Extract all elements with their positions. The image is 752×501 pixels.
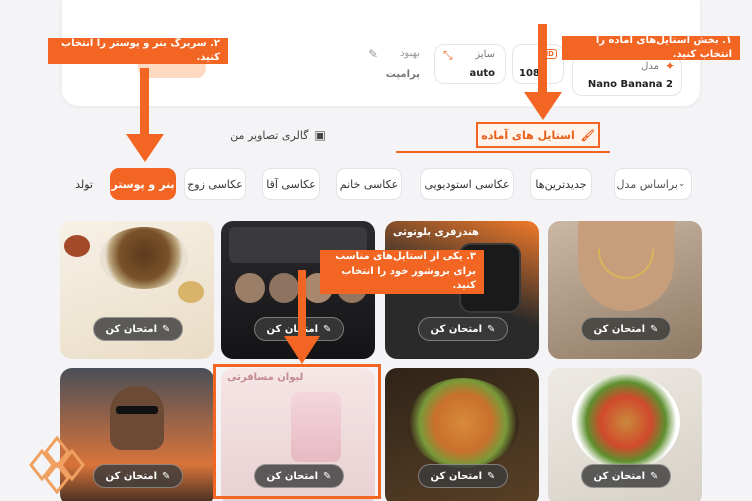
pen-icon: ✎	[487, 470, 496, 482]
model-label: مدل	[641, 61, 659, 72]
try-label: امتحان کن	[430, 323, 483, 335]
active-tab-underline	[396, 151, 610, 153]
try-label: امتحان کن	[593, 323, 646, 335]
tab-my-gallery-label: گالری تصاویر من	[230, 128, 309, 142]
chip-banner-poster[interactable]: بنر و پوستر	[110, 168, 176, 200]
chip-couple[interactable]: عکاسی زوج	[184, 168, 246, 200]
salad-plate-image	[572, 374, 680, 470]
chip-couple-label: عکاسی زوج	[187, 177, 243, 191]
try-label: امتحان کن	[105, 470, 158, 482]
style-card-salad-plate[interactable]: امتحان کن ✎	[548, 368, 702, 501]
improve-prompt-option[interactable]: بهبود ✎ پرامپت	[362, 44, 430, 84]
style-card-grilled-chicken[interactable]: امتحان کن ✎	[385, 368, 539, 501]
tab-ready-styles[interactable]: استایل های آماده 🖌	[476, 122, 600, 148]
try-label: امتحان کن	[430, 470, 483, 482]
arrow-down-icon	[524, 24, 562, 120]
filter-by-model-dropdown[interactable]: براساس مدل ⌄	[614, 168, 692, 200]
stew-bowl-image	[100, 227, 188, 289]
arrow-down-icon	[284, 270, 320, 364]
annotation-step-3: ۳. یکی از استایل‌های مناسب برای بروشور خ…	[320, 250, 484, 294]
annotation-step-3-text: ۳. یکی از استایل‌های مناسب برای بروشور خ…	[335, 251, 476, 292]
style-card-jewelry[interactable]: امتحان کن ✎	[548, 221, 702, 359]
try-button[interactable]: امتحان کن ✎	[93, 317, 183, 341]
size-value: auto	[469, 68, 495, 79]
try-button[interactable]: امتحان کن ✎	[93, 464, 183, 488]
tab-ready-styles-label: استایل های آماده	[481, 128, 575, 142]
resize-icon: ⤡	[443, 48, 453, 62]
model-face-image	[235, 273, 265, 303]
chip-studio-label: عکاسی استودیویی	[424, 177, 510, 191]
category-chips: براساس مدل ⌄ جدیدترین‌ها عکاسی استودیویی…	[64, 168, 692, 204]
chip-woman[interactable]: عکاسی خانم	[336, 168, 402, 200]
card-headline: هندزفری بلوتوثی	[393, 227, 479, 238]
improve-value: پرامپت	[385, 69, 420, 80]
selected-card-highlight	[213, 364, 381, 499]
arrow-down-icon	[126, 68, 164, 162]
model-value: Nano Banana 2	[587, 79, 673, 90]
image-icon: ▣	[314, 128, 326, 142]
pen-icon: ✎	[367, 47, 378, 61]
annotation-step-1: ۱. بخش استایل‌های آماده را انتخاب کنید.	[562, 34, 740, 61]
improve-label: بهبود	[399, 48, 420, 59]
chip-birthday-label: تولد	[75, 177, 93, 191]
pen-icon: ✎	[162, 323, 171, 335]
chip-birthday[interactable]: تولد	[64, 168, 104, 200]
style-card-stew[interactable]: امتحان کن ✎	[60, 221, 214, 359]
try-button[interactable]: امتحان کن ✎	[581, 317, 671, 341]
pen-icon: ✎	[650, 323, 659, 335]
try-button[interactable]: امتحان کن ✎	[418, 317, 508, 341]
spice-dish-image	[64, 235, 90, 257]
food-plate-image	[407, 378, 519, 468]
brand-logo-icon	[29, 436, 85, 494]
brush-icon: 🖌	[580, 128, 595, 142]
annotation-step-2-text: ۲. سربرگ بنر و پوستر را انتخاب کنید.	[61, 37, 220, 64]
size-label: سایز	[475, 49, 495, 60]
annotation-step-2: ۲. سربرگ بنر و پوستر را انتخاب کنید.	[48, 38, 228, 64]
chip-newest[interactable]: جدیدترین‌ها	[530, 168, 592, 200]
pen-icon: ✎	[487, 323, 496, 335]
pen-icon: ✎	[162, 470, 171, 482]
try-label: امتحان کن	[105, 323, 158, 335]
sunglasses-image	[116, 406, 158, 414]
try-button[interactable]: امتحان کن ✎	[581, 464, 671, 488]
annotation-step-1-text: ۱. بخش استایل‌های آماده را انتخاب کنید.	[595, 34, 732, 61]
hero-face-image	[110, 386, 164, 450]
spice-dish-image	[178, 281, 204, 303]
chevron-down-icon: ⌄	[677, 179, 686, 189]
chip-man[interactable]: عکاسی آقا	[262, 168, 320, 200]
try-label: امتحان کن	[593, 470, 646, 482]
chip-banner-label: بنر و پوستر	[111, 177, 175, 191]
size-option[interactable]: سایز ⤡ auto	[434, 44, 506, 84]
chip-man-label: عکاسی آقا	[266, 177, 316, 191]
tab-my-gallery[interactable]: گالری تصاویر من ▣	[218, 126, 338, 144]
filter-label: براساس مدل	[616, 177, 678, 191]
try-button[interactable]: امتحان کن ✎	[418, 464, 508, 488]
chip-woman-label: عکاسی خانم	[339, 177, 399, 191]
chip-studio[interactable]: عکاسی استودیویی	[420, 168, 514, 200]
chip-newest-label: جدیدترین‌ها	[535, 177, 587, 191]
pen-icon: ✎	[650, 470, 659, 482]
